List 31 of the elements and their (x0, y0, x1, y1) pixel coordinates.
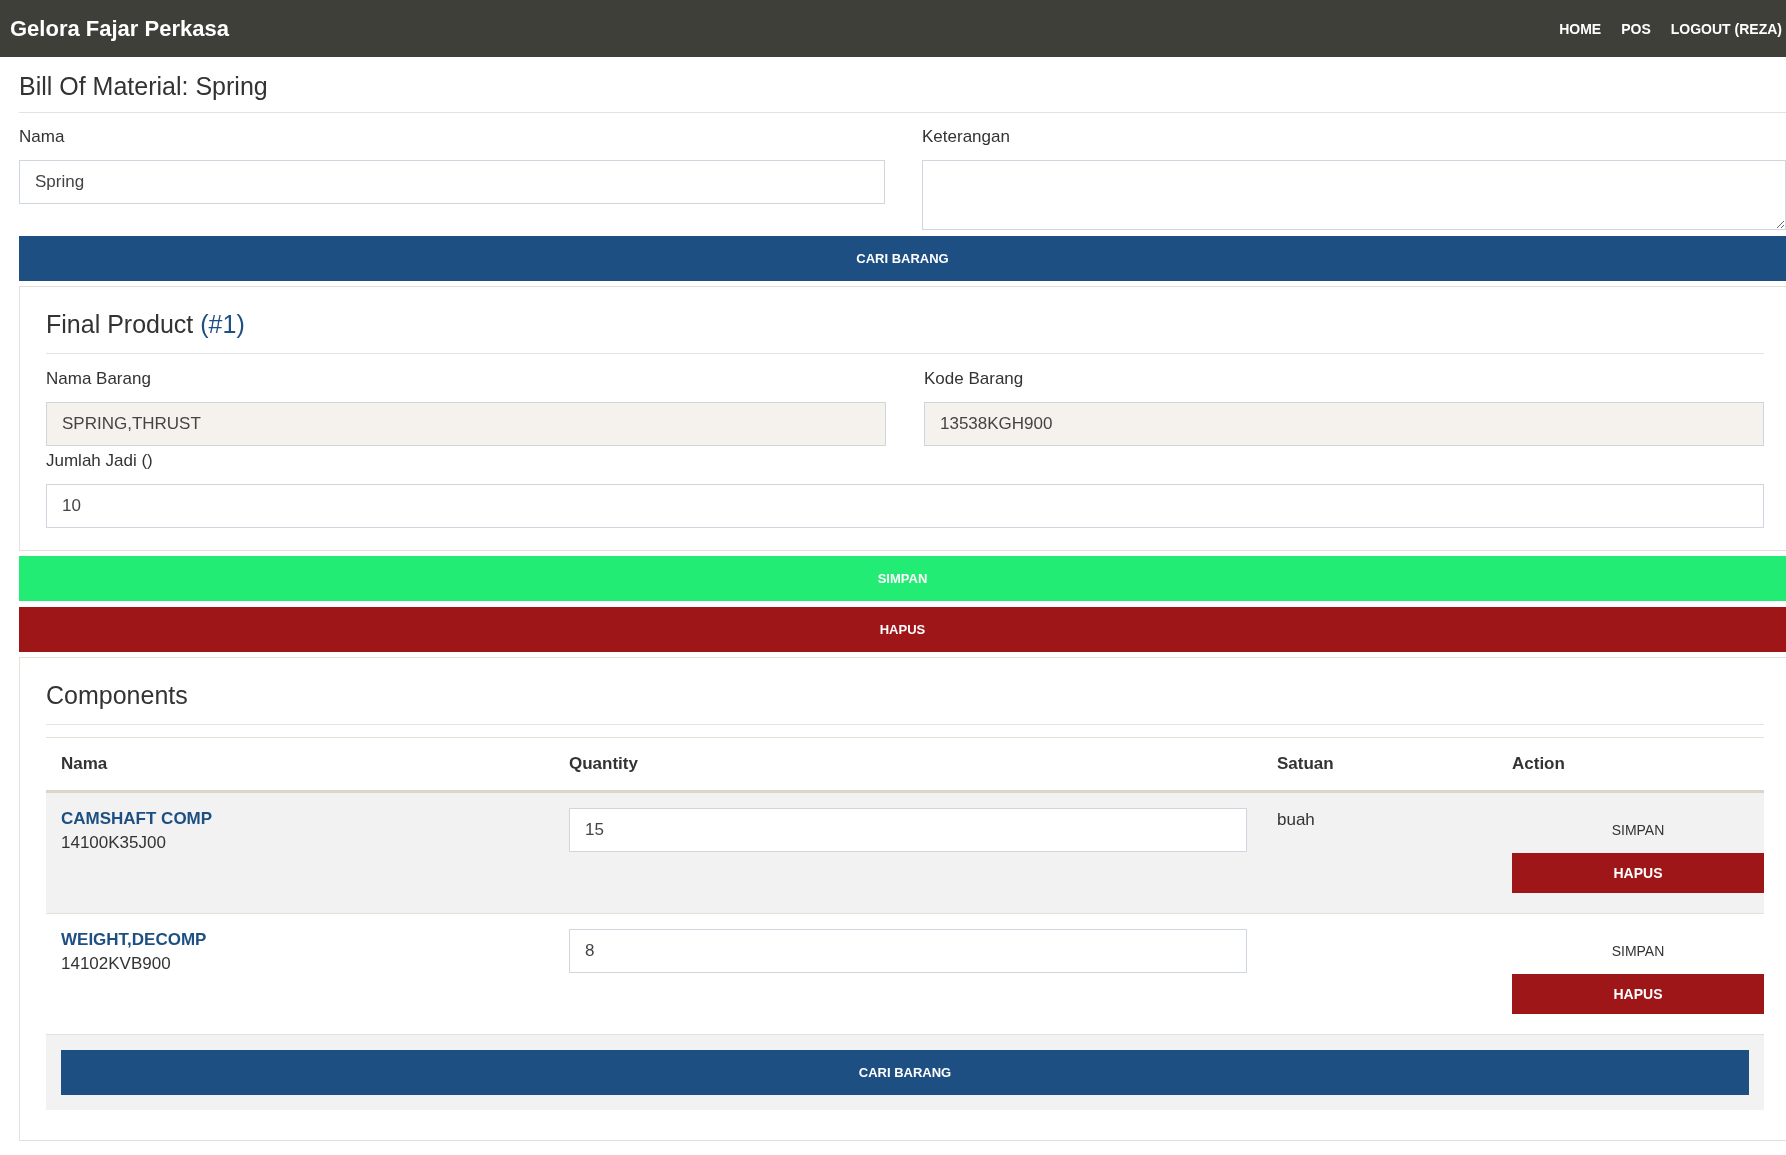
search-item-button[interactable]: CARI BARANG (19, 236, 1786, 281)
quantity-field[interactable]: 15 (569, 808, 1247, 852)
text-field[interactable]: Spring (19, 160, 885, 204)
component-name: CAMSHAFT COMP (61, 808, 214, 830)
delete-button[interactable]: HAPUS (1512, 853, 1764, 893)
field-label: Nama Barang (46, 368, 152, 390)
field-label: Nama (19, 126, 66, 148)
nav-link[interactable]: POS (1621, 20, 1651, 37)
text-field[interactable]: SPRING,THRUST (46, 402, 886, 446)
save-button[interactable]: SIMPAN (1512, 934, 1764, 968)
save-button[interactable]: SIMPAN (1512, 813, 1764, 847)
field-label: Kode Barang (924, 368, 1025, 390)
unit-text: buah (1277, 810, 1316, 830)
delete-button[interactable]: HAPUS (19, 607, 1786, 652)
field-label: Jumlah Jadi () (46, 450, 154, 472)
panel-title: Components (46, 658, 1764, 725)
delete-button[interactable]: HAPUS (1512, 974, 1764, 1014)
description-field[interactable] (922, 160, 1786, 230)
component-code: 14102KVB900 (61, 953, 172, 975)
text-field[interactable]: 13538KGH900 (924, 402, 1764, 446)
nav-link[interactable]: LOGOUT (REZA) (1670, 20, 1782, 37)
component-code: 14100K35J00 (61, 832, 167, 854)
panel-title: Final Product (#1) (46, 287, 1764, 354)
page-title: Bill Of Material: Spring (19, 57, 1786, 113)
brand-link[interactable]: Gelora Fajar Perkasa (10, 15, 229, 42)
search-item-button[interactable]: CARI BARANG (61, 1050, 1749, 1095)
component-name: WEIGHT,DECOMP (61, 929, 208, 951)
quantity-field[interactable]: 8 (569, 929, 1247, 973)
nav-link[interactable]: HOME (1559, 20, 1602, 37)
field-label: Keterangan (922, 126, 1011, 148)
text-field[interactable]: 10 (46, 484, 1764, 528)
